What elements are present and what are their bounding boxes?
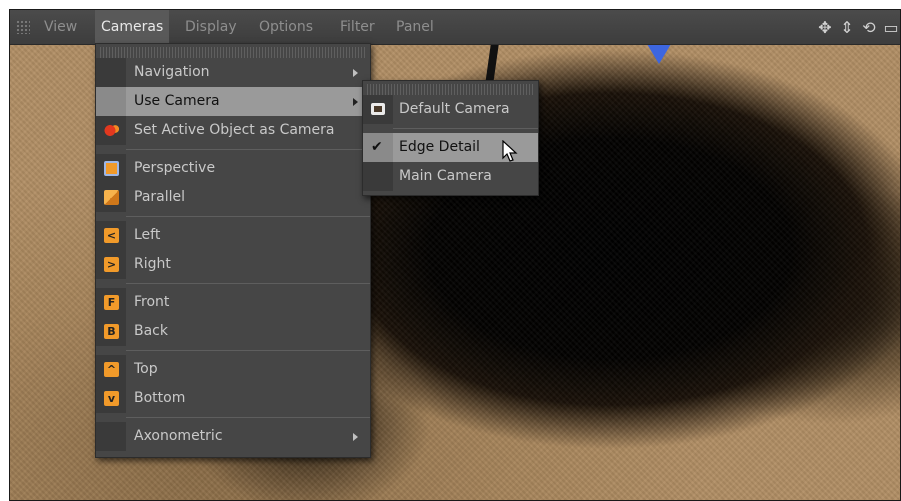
menu-item-label: Navigation — [134, 64, 210, 80]
checkmark-icon: ✔ — [371, 139, 383, 155]
menu-options[interactable]: Options — [253, 10, 319, 44]
submenu-arrow-icon — [353, 69, 358, 77]
left-view-icon: < — [104, 228, 119, 243]
parallel-icon — [104, 190, 119, 205]
menu-item-label: Edge Detail — [399, 139, 480, 155]
menu-item-label: Bottom — [134, 390, 186, 406]
menu-item-label: Perspective — [134, 160, 216, 176]
menu-item-back[interactable]: B Back — [96, 317, 370, 346]
menu-item-main-camera[interactable]: Main Camera — [363, 162, 538, 191]
move-view-icon[interactable]: ✥ — [816, 18, 834, 37]
menu-item-use-camera[interactable]: Use Camera — [96, 87, 370, 116]
grip-icon[interactable] — [16, 20, 30, 34]
menu-separator — [126, 350, 370, 351]
camera-marker[interactable] — [647, 44, 671, 64]
menu-item-label: Use Camera — [134, 93, 220, 109]
menu-separator — [126, 283, 370, 284]
menu-gutter — [363, 162, 393, 191]
menu-item-label: Set Active Object as Camera — [134, 122, 335, 138]
menu-display[interactable]: Display — [179, 10, 243, 44]
menu-item-perspective[interactable]: Perspective — [96, 154, 370, 183]
cameras-dropdown-menu: Navigation Use Camera Set Active Object … — [95, 43, 371, 458]
front-view-icon: F — [104, 295, 119, 310]
menu-item-label: Front — [134, 294, 170, 310]
menu-item-label: Back — [134, 323, 168, 339]
maximize-icon[interactable]: ▭ — [882, 18, 900, 37]
menu-separator — [393, 128, 538, 129]
menu-filter[interactable]: Filter — [334, 10, 381, 44]
viewport-menubar: View Cameras Display Options Filter Pane… — [10, 10, 900, 45]
menu-item-navigation[interactable]: Navigation — [96, 58, 370, 87]
tear-off-handle[interactable] — [367, 84, 534, 95]
top-view-icon: ^ — [104, 362, 119, 377]
menu-item-right[interactable]: > Right — [96, 250, 370, 279]
menu-panel[interactable]: Panel — [390, 10, 440, 44]
viewport-window: View Cameras Display Options Filter Pane… — [9, 9, 901, 501]
submenu-arrow-icon — [353, 433, 358, 441]
menu-item-label: Left — [134, 227, 161, 243]
menu-item-axonometric[interactable]: Axonometric — [96, 422, 370, 451]
submenu-arrow-icon — [353, 98, 358, 106]
back-view-icon: B — [104, 324, 119, 339]
menu-item-label: Parallel — [134, 189, 186, 205]
menu-item-bottom[interactable]: v Bottom — [96, 384, 370, 413]
menu-separator — [126, 417, 370, 418]
pan-vertical-icon[interactable]: ⇕ — [838, 18, 856, 37]
menu-item-parallel[interactable]: Parallel — [96, 183, 370, 212]
view-tools: ✥ ⇕ ⟲ ▭ — [816, 10, 900, 44]
menu-gutter — [96, 58, 126, 87]
menu-item-front[interactable]: F Front — [96, 288, 370, 317]
menu-item-label: Right — [134, 256, 171, 272]
perspective-icon — [104, 161, 119, 176]
menu-item-default-camera[interactable]: Default Camera — [363, 95, 538, 124]
menu-item-top[interactable]: ^ Top — [96, 355, 370, 384]
menu-item-label: Main Camera — [399, 168, 492, 184]
menu-item-label: Top — [134, 361, 158, 377]
menu-separator — [126, 216, 370, 217]
default-camera-icon — [371, 103, 385, 115]
menu-gutter — [96, 422, 126, 451]
use-camera-submenu: Default Camera ✔ Edge Detail Main Camera — [362, 80, 539, 196]
menu-item-left[interactable]: < Left — [96, 221, 370, 250]
tear-off-handle[interactable] — [100, 47, 366, 58]
rotate-view-icon[interactable]: ⟲ — [860, 18, 878, 37]
camera-object-icon — [104, 123, 119, 138]
right-view-icon: > — [104, 257, 119, 272]
menu-gutter — [96, 87, 126, 116]
menu-view[interactable]: View — [38, 10, 83, 44]
menu-item-set-active-object-as-camera[interactable]: Set Active Object as Camera — [96, 116, 370, 145]
menu-cameras[interactable]: Cameras — [95, 10, 170, 44]
menu-item-label: Axonometric — [134, 428, 223, 444]
bottom-view-icon: v — [104, 391, 119, 406]
menu-item-label: Default Camera — [399, 101, 510, 117]
menu-separator — [126, 149, 370, 150]
mouse-cursor-icon — [502, 140, 518, 162]
